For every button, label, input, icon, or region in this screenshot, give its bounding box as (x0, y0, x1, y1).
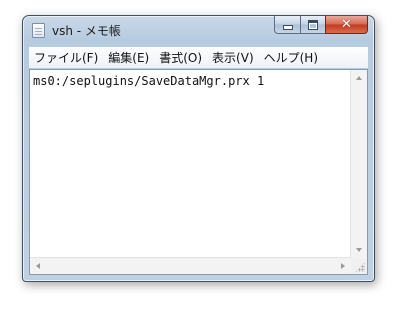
close-button[interactable]: ✕ (325, 16, 368, 34)
minimize-icon (282, 25, 293, 30)
notepad-icon[interactable] (32, 23, 45, 38)
menu-view[interactable]: 表示(V) (207, 48, 259, 68)
menu-format[interactable]: 書式(O) (154, 48, 207, 68)
window-title: vsh - メモ帳 (52, 24, 121, 38)
scroll-right-icon[interactable] (341, 263, 345, 269)
resize-grip-icon[interactable] (355, 262, 365, 272)
editor-frame: ms0:/seplugins/SaveDataMgr.prx 1 (29, 69, 368, 275)
minimize-button[interactable] (274, 16, 300, 34)
notepad-window: vsh - メモ帳 ✕ ファイル(F) 編集(E) 書式(O) 表示(V) ヘル… (22, 15, 375, 282)
maximize-icon (308, 19, 318, 30)
title-bar[interactable]: vsh - メモ帳 ✕ (23, 16, 374, 44)
scroll-up-icon[interactable] (356, 76, 362, 80)
menu-file[interactable]: ファイル(F) (29, 48, 103, 68)
window-controls: ✕ (274, 16, 368, 35)
vertical-scrollbar[interactable] (350, 70, 367, 258)
resize-corner[interactable] (351, 258, 367, 274)
text-editor[interactable]: ms0:/seplugins/SaveDataMgr.prx 1 (30, 70, 351, 258)
maximize-button[interactable] (300, 16, 325, 34)
scroll-down-icon[interactable] (356, 248, 362, 252)
close-icon: ✕ (341, 17, 352, 32)
horizontal-scrollbar[interactable] (30, 257, 351, 274)
scroll-left-icon[interactable] (36, 263, 40, 269)
menu-help[interactable]: ヘルプ(H) (259, 48, 323, 68)
menu-edit[interactable]: 編集(E) (103, 48, 154, 68)
menu-bar: ファイル(F) 編集(E) 書式(O) 表示(V) ヘルプ(H) (29, 47, 368, 68)
